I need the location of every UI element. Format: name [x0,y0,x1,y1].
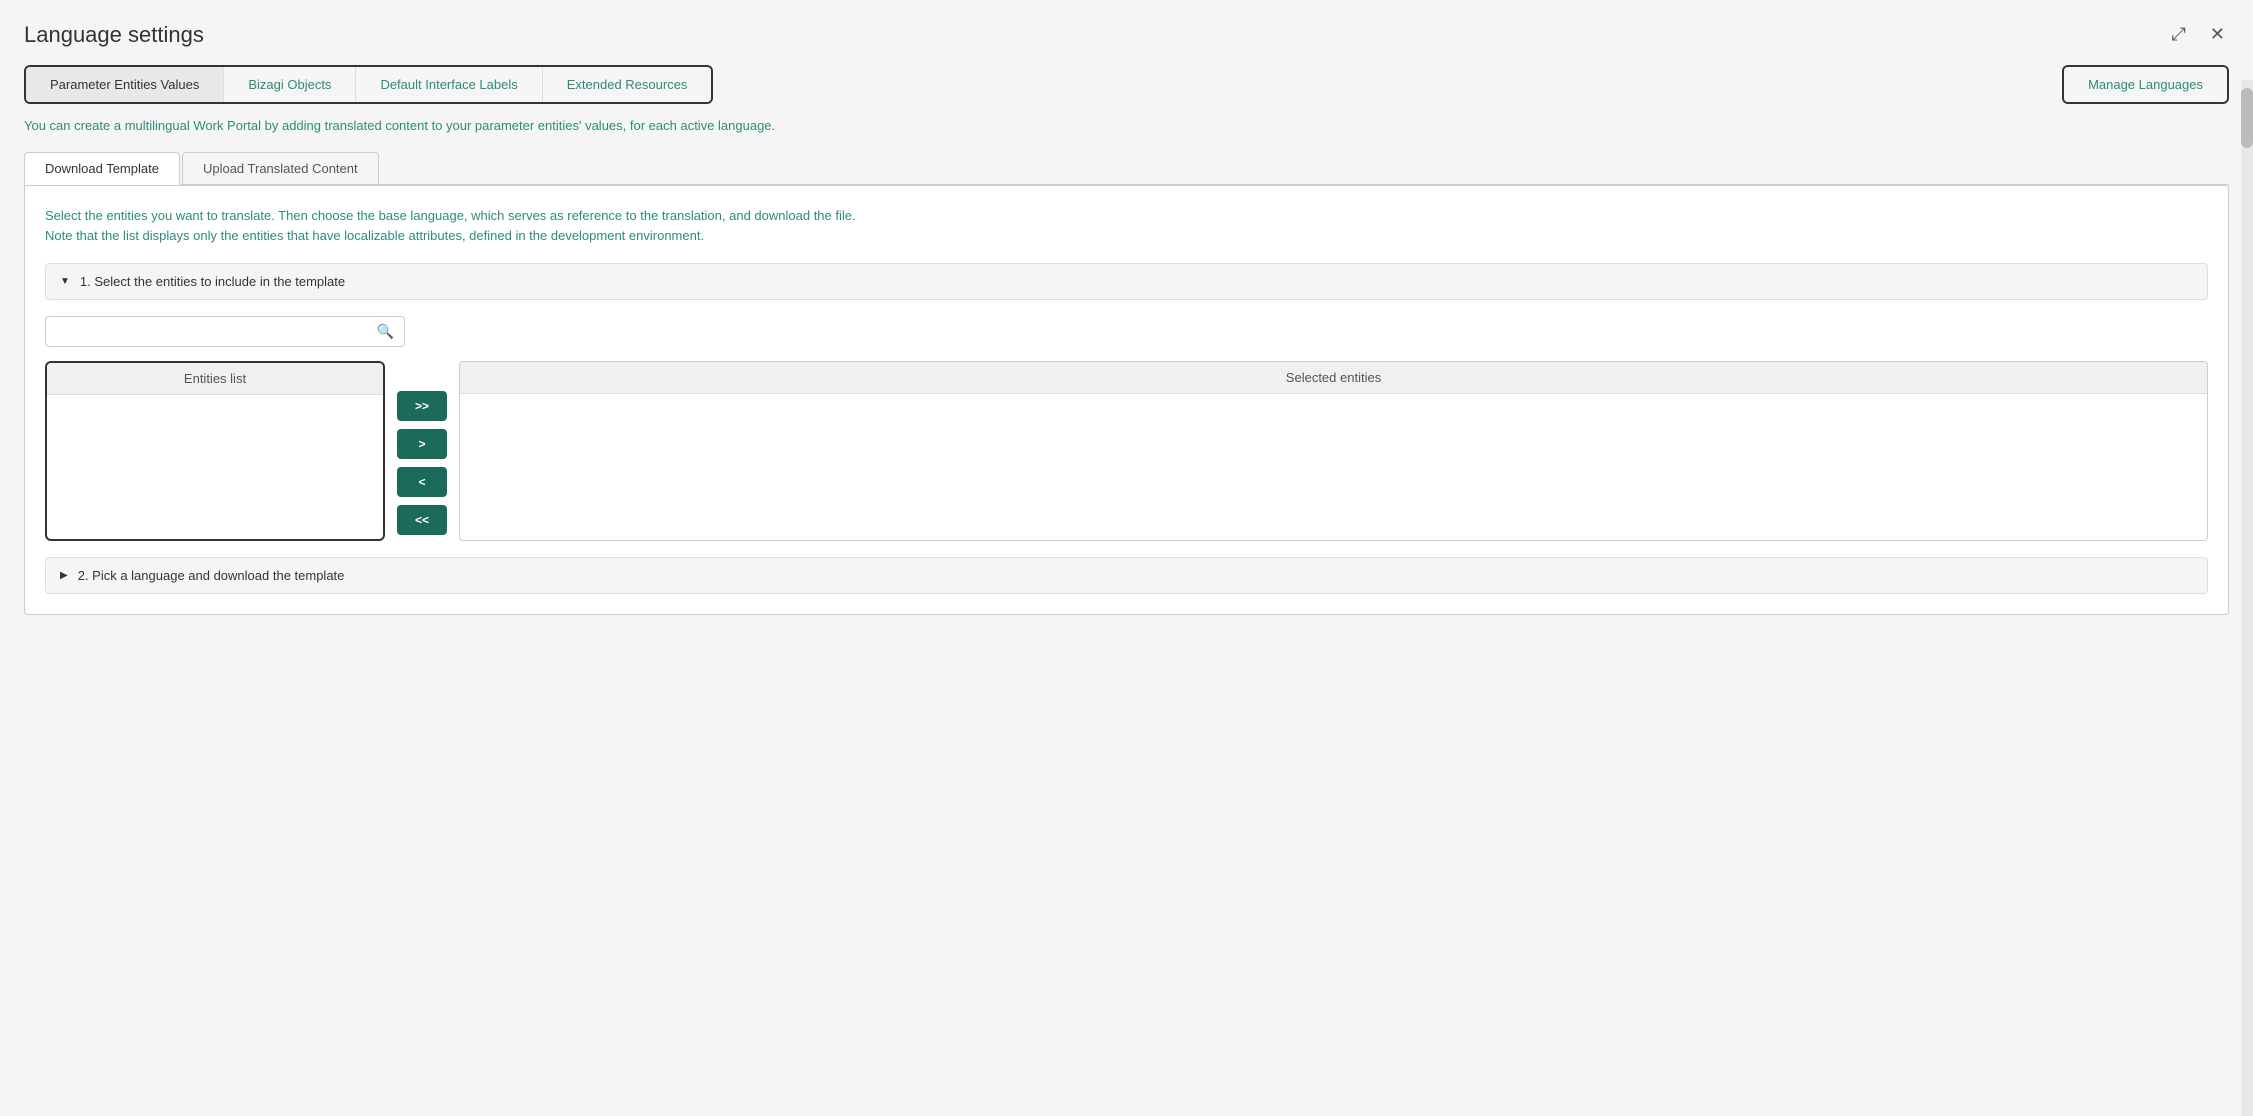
selected-entities-body [460,394,2207,534]
tab-default-interface[interactable]: Default Interface Labels [356,67,542,102]
selected-entities-header: Selected entities [460,362,2207,394]
entities-list-box: Entities list [45,361,385,541]
remove-one-button[interactable]: < [397,467,447,497]
modal-container: Language settings ⤢ ✕ Parameter Entities… [0,0,2253,1116]
modal-header: Language settings ⤢ ✕ [24,20,2229,49]
add-one-button[interactable]: > [397,429,447,459]
section1-row[interactable]: ▼ 1. Select the entities to include in t… [45,263,2208,300]
scrollbar-thumb [2241,88,2253,148]
remove-all-button[interactable]: << [397,505,447,535]
modal-actions: ⤢ ✕ [2168,20,2230,49]
scrollbar-track[interactable] [2241,80,2253,1116]
manage-languages-box: Manage Languages [2062,65,2229,104]
transfer-buttons: >> > < << [397,391,447,535]
panel-description-line1: Select the entities you want to translat… [45,206,2208,227]
panel-description-line2: Note that the list displays only the ent… [45,226,2208,247]
tab-bizagi-objects[interactable]: Bizagi Objects [224,67,356,102]
top-tabs-wrapper: Parameter Entities Values Bizagi Objects… [24,65,2229,104]
info-text: You can create a multilingual Work Porta… [24,116,2229,136]
tab-download-template[interactable]: Download Template [24,152,180,185]
tab-param-entities[interactable]: Parameter Entities Values [26,67,224,102]
inner-tabs: Download Template Upload Translated Cont… [24,152,2229,185]
close-icon: ✕ [2210,24,2225,45]
panel-description: Select the entities you want to translat… [45,206,2208,248]
section1-label: 1. Select the entities to include in the… [80,274,345,289]
expand-button[interactable]: ⤢ [2168,20,2190,49]
search-wrapper: 🔍 [45,316,405,347]
selected-entities-box: Selected entities [459,361,2208,541]
top-tabs-box: Parameter Entities Values Bizagi Objects… [24,65,713,104]
section2-arrow-icon: ▶ [60,570,68,581]
add-all-button[interactable]: >> [397,391,447,421]
content-panel: Select the entities you want to translat… [24,185,2229,616]
tab-extended-resources[interactable]: Extended Resources [543,67,712,102]
section2-row[interactable]: ▶ 2. Pick a language and download the te… [45,557,2208,594]
entities-list-header: Entities list [47,363,383,395]
transfer-area: Entities list >> > < << Selected entitie… [45,361,2208,541]
search-input[interactable] [56,324,377,339]
entities-list-body [47,395,383,535]
section2-label: 2. Pick a language and download the temp… [78,568,345,583]
expand-icon: ⤢ [2172,24,2186,45]
close-button[interactable]: ✕ [2206,20,2229,49]
tab-upload-translated[interactable]: Upload Translated Content [182,152,379,184]
modal-title: Language settings [24,22,204,48]
section1-arrow-icon: ▼ [60,276,70,287]
manage-languages-button[interactable]: Manage Languages [2064,67,2227,102]
search-icon: 🔍 [377,323,394,340]
